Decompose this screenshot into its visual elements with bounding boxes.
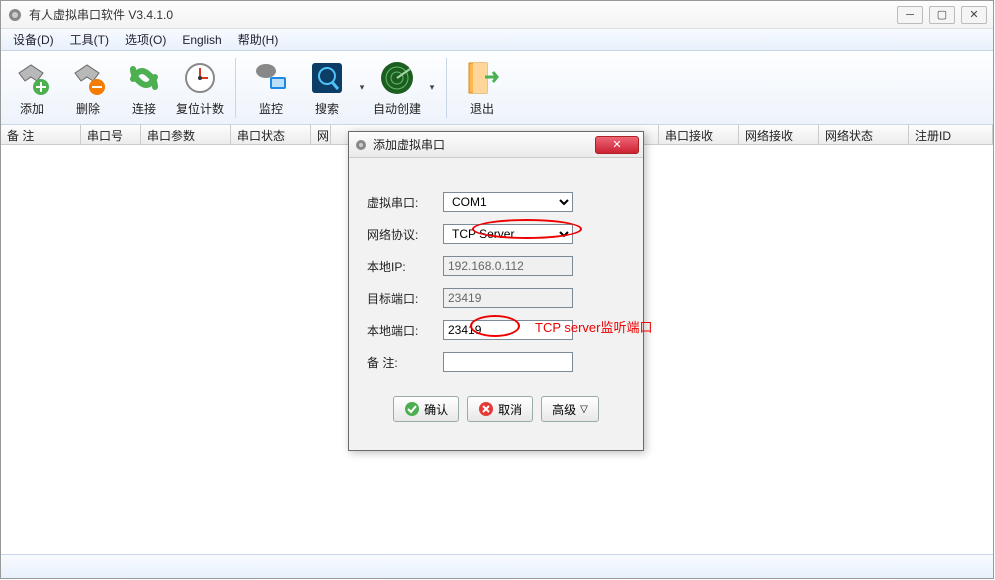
autocreate-dropdown[interactable]: ▾ (426, 55, 438, 121)
monitor-icon (251, 58, 291, 98)
toolbar-separator-2 (446, 58, 447, 118)
field-vcom: 虚拟串口: COM1 (367, 186, 625, 218)
resetcount-button[interactable]: 复位计数 (173, 55, 227, 121)
targetport-label: 目标端口: (367, 290, 443, 307)
maximize-button[interactable]: ▢ (929, 6, 955, 24)
search-dropdown[interactable]: ▾ (356, 55, 368, 121)
col-comparam[interactable]: 串口参数 (141, 125, 231, 144)
radar-icon (377, 58, 417, 98)
monitor-button[interactable]: 监控 (244, 55, 298, 121)
dialog-body: 虚拟串口: COM1 网络协议: TCP Server 本地IP: 目标端口: … (349, 158, 643, 432)
dialog-icon (353, 137, 369, 153)
dialog-title: 添加虚拟串口 (373, 136, 595, 153)
search-button[interactable]: 搜索 (300, 55, 354, 121)
cancel-icon (478, 401, 494, 417)
col-remark[interactable]: 备 注 (1, 125, 81, 144)
col-comstate[interactable]: 串口状态 (231, 125, 311, 144)
col-netrecv[interactable]: 网络接收 (739, 125, 819, 144)
ok-button[interactable]: 确认 (393, 396, 459, 422)
dialog-buttons: 确认 取消 高级 ▽ (367, 396, 625, 422)
dialog-titlebar: 添加虚拟串口 ✕ (349, 132, 643, 158)
exit-icon (462, 58, 502, 98)
plug-add-icon (12, 58, 52, 98)
annotation-text: TCP server监听端口 (535, 317, 653, 336)
delete-button[interactable]: 删除 (61, 55, 115, 121)
menu-device[interactable]: 设备(D) (5, 29, 62, 50)
annotation-circle-protocol (472, 219, 582, 239)
localip-label: 本地IP: (367, 258, 443, 275)
menu-tools[interactable]: 工具(T) (62, 29, 117, 50)
remark-label: 备 注: (367, 354, 443, 371)
toolbar-separator (235, 58, 236, 118)
add-vcom-dialog: 添加虚拟串口 ✕ 虚拟串口: COM1 网络协议: TCP Server 本地I… (348, 131, 644, 451)
window-buttons: ─ ▢ ✕ (897, 6, 987, 24)
advanced-button[interactable]: 高级 ▽ (541, 396, 599, 422)
vcom-label: 虚拟串口: (367, 194, 443, 211)
localport-label: 本地端口: (367, 322, 443, 339)
search-icon (307, 58, 347, 98)
dialog-close-button[interactable]: ✕ (595, 136, 639, 154)
protocol-label: 网络协议: (367, 226, 443, 243)
menu-english[interactable]: English (174, 31, 229, 49)
annotation-circle-localport (470, 315, 520, 337)
minimize-button[interactable]: ─ (897, 6, 923, 24)
menu-options[interactable]: 选项(O) (117, 29, 174, 50)
col-comno[interactable]: 串口号 (81, 125, 141, 144)
menubar: 设备(D) 工具(T) 选项(O) English 帮助(H) (1, 29, 993, 51)
vcom-select[interactable]: COM1 (443, 192, 573, 212)
connect-icon (124, 58, 164, 98)
col-comrecv[interactable]: 串口接收 (659, 125, 739, 144)
targetport-input (443, 288, 573, 308)
exit-button[interactable]: 退出 (455, 55, 509, 121)
field-remark: 备 注: (367, 346, 625, 378)
statusbar (1, 554, 993, 578)
autocreate-button[interactable]: 自动创建 (370, 55, 424, 121)
field-localip: 本地IP: (367, 250, 625, 282)
plug-delete-icon (68, 58, 108, 98)
col-netstate[interactable]: 网络状态 (819, 125, 909, 144)
add-button[interactable]: 添加 (5, 55, 59, 121)
reset-icon (180, 58, 220, 98)
close-button[interactable]: ✕ (961, 6, 987, 24)
remark-input[interactable] (443, 352, 573, 372)
app-icon (7, 7, 23, 23)
cancel-button[interactable]: 取消 (467, 396, 533, 422)
col-regid[interactable]: 注册ID (909, 125, 993, 144)
col-net-cut[interactable]: 网 (311, 125, 331, 144)
connect-button[interactable]: 连接 (117, 55, 171, 121)
check-icon (404, 401, 420, 417)
chevron-down-icon: ▽ (580, 404, 588, 415)
titlebar: 有人虚拟串口软件 V3.4.1.0 ─ ▢ ✕ (1, 1, 993, 29)
window-title: 有人虚拟串口软件 V3.4.1.0 (29, 6, 897, 23)
toolbar: 添加 删除 连接 复位计数 监控 搜索 (1, 51, 993, 125)
menu-help[interactable]: 帮助(H) (230, 29, 287, 50)
field-targetport: 目标端口: (367, 282, 625, 314)
localip-input (443, 256, 573, 276)
